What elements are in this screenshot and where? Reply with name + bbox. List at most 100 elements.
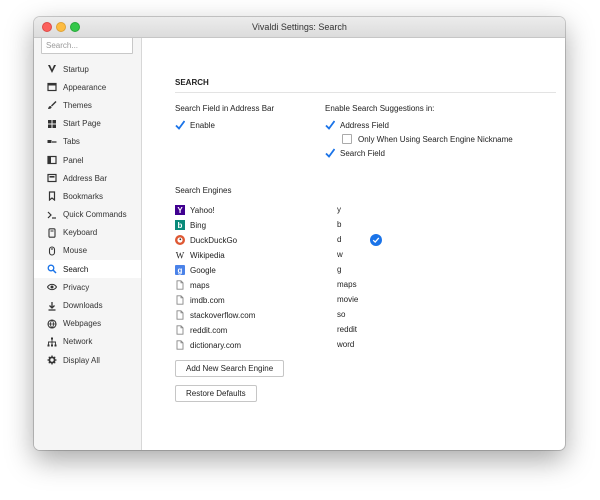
document-icon <box>175 340 185 350</box>
search-engine-row-maps[interactable]: maps <box>175 278 210 292</box>
grid-icon <box>47 119 57 129</box>
address-field-suggestions-checkbox[interactable]: Address Field <box>325 120 389 130</box>
sidebar-item-appearance[interactable]: Appearance <box>34 78 141 96</box>
search-engines-heading: Search Engines <box>175 186 232 195</box>
sidebar-item-label: Search <box>63 264 89 274</box>
sidebar-item-label: Network <box>63 337 93 347</box>
sidebar-item-privacy[interactable]: Privacy <box>34 278 141 296</box>
eye-icon <box>47 282 57 292</box>
search-engine-row-google[interactable]: g Google <box>175 263 216 277</box>
sidebar-item-mouse[interactable]: Mouse <box>34 242 141 260</box>
search-field-suggestions-checkbox[interactable]: Search Field <box>325 148 385 158</box>
enable-address-bar-search-checkbox[interactable]: Enable <box>175 120 215 130</box>
checkmark-icon <box>325 148 335 158</box>
sidebar-item-label: Webpages <box>63 319 102 329</box>
brush-icon <box>47 100 57 110</box>
section-divider <box>175 92 556 93</box>
restore-defaults-button[interactable]: Restore Defaults <box>175 385 257 402</box>
search-field-label: Search Field <box>340 148 385 158</box>
add-search-engine-button[interactable]: Add New Search Engine <box>175 360 285 377</box>
sidebar-item-webpages[interactable]: Webpages <box>34 315 141 333</box>
sidebar-item-keyboard[interactable]: Keyboard <box>34 224 141 242</box>
sidebar-item-start-page[interactable]: Start Page <box>34 115 141 133</box>
sidebar-item-display-all[interactable]: Display All <box>34 351 141 369</box>
sidebar-item-panel[interactable]: Panel <box>34 151 141 169</box>
sidebar-item-label: Startup <box>63 64 89 74</box>
search-engine-nickname: y <box>337 205 341 214</box>
network-icon <box>47 337 57 347</box>
title-bar: Vivaldi Settings: Search <box>34 17 565 38</box>
search-engine-row-bing[interactable]: b Bing <box>175 218 206 232</box>
checkmark-icon <box>325 120 335 130</box>
search-engine-nickname: w <box>337 250 343 259</box>
sidebar-item-label: Panel <box>63 155 84 165</box>
search-engine-name: Wikipedia <box>190 250 225 260</box>
sidebar-item-label: Address Bar <box>63 173 108 183</box>
sidebar-item-label: Start Page <box>63 119 101 129</box>
search-engine-name: Bing <box>190 220 207 230</box>
gear-icon <box>47 355 57 365</box>
yahoo-icon: Y <box>175 205 185 215</box>
search-engine-row-imdb-com[interactable]: imdb.com <box>175 293 225 307</box>
sidebar-item-search[interactable]: Search <box>34 260 141 279</box>
document-icon <box>175 325 185 335</box>
sidebar-item-label: Tabs <box>63 137 80 147</box>
search-engine-row-dictionary-com[interactable]: dictionary.com <box>175 338 241 352</box>
bookmark-icon <box>47 191 57 202</box>
sidebar-item-network[interactable]: Network <box>34 333 141 351</box>
duckduckgo-icon <box>175 235 185 245</box>
search-engine-name: stackoverflow.com <box>190 310 256 320</box>
globe-icon <box>47 319 57 329</box>
search-engine-name: Google <box>190 265 216 275</box>
sidebar-item-quick-commands[interactable]: Quick Commands <box>34 206 141 224</box>
search-engine-row-reddit-com[interactable]: reddit.com <box>175 323 227 337</box>
nickname-only-label: Only When Using Search Engine Nickname <box>358 134 513 144</box>
sidebar-item-label: Keyboard <box>63 228 98 238</box>
bing-icon: b <box>175 220 185 230</box>
search-engine-name: maps <box>190 280 210 290</box>
search-engine-name: DuckDuckGo <box>190 235 238 245</box>
sidebar-item-label: Bookmarks <box>63 191 104 201</box>
sidebar-nav: Startup Appearance Themes Start Page Tabs Pan… <box>34 60 141 369</box>
download-icon <box>47 301 57 311</box>
sidebar-item-startup[interactable]: Startup <box>34 60 141 78</box>
panel-icon <box>47 155 57 165</box>
search-engine-row-wikipedia[interactable]: W Wikipedia <box>175 248 225 262</box>
search-engine-row-stackoverflow-com[interactable]: stackoverflow.com <box>175 308 255 322</box>
tabs-icon <box>47 137 57 147</box>
nickname-only-checkbox[interactable]: Only When Using Search Engine Nickname <box>342 134 513 144</box>
google-icon: g <box>175 265 185 275</box>
sidebar-item-tabs[interactable]: Tabs <box>34 133 141 151</box>
search-engine-row-duckduckgo[interactable]: DuckDuckGo <box>175 233 237 247</box>
document-icon <box>175 295 185 305</box>
address-bar-icon <box>47 173 57 183</box>
sidebar-item-bookmarks[interactable]: Bookmarks <box>34 187 141 205</box>
search-engine-name: dictionary.com <box>190 340 241 350</box>
wikipedia-icon: W <box>175 250 185 261</box>
address-field-label: Address Field <box>340 120 389 130</box>
search-engine-nickname: d <box>337 235 342 244</box>
search-engine-nickname: word <box>337 340 355 349</box>
search-engine-nickname: b <box>337 220 342 229</box>
sidebar-item-label: Themes <box>63 100 92 110</box>
sidebar-item-address-bar[interactable]: Address Bar <box>34 169 141 187</box>
sidebar-item-label: Quick Commands <box>63 210 127 220</box>
mouse-icon <box>47 246 57 256</box>
checkmark-icon <box>175 120 185 130</box>
sidebar-item-themes[interactable]: Themes <box>34 96 141 114</box>
window-title: Vivaldi Settings: Search <box>252 22 347 32</box>
document-icon <box>175 280 185 290</box>
default-engine-check-icon <box>370 234 382 246</box>
vivaldi-logo-icon <box>47 64 57 74</box>
search-engine-name: Yahoo! <box>190 205 215 215</box>
svg-text:g: g <box>178 266 183 275</box>
sidebar-item-label: Downloads <box>63 301 103 311</box>
window-icon <box>47 82 57 92</box>
search-engine-nickname: so <box>337 310 346 319</box>
enable-label: Enable <box>190 120 215 130</box>
search-engine-row-yahoo[interactable]: Y Yahoo! <box>175 203 215 217</box>
section-title: SEARCH <box>175 78 209 87</box>
settings-search-input[interactable] <box>41 37 133 54</box>
settings-window: Vivaldi Settings: Search Startup Appearan… <box>34 17 565 450</box>
sidebar-item-downloads[interactable]: Downloads <box>34 296 141 314</box>
